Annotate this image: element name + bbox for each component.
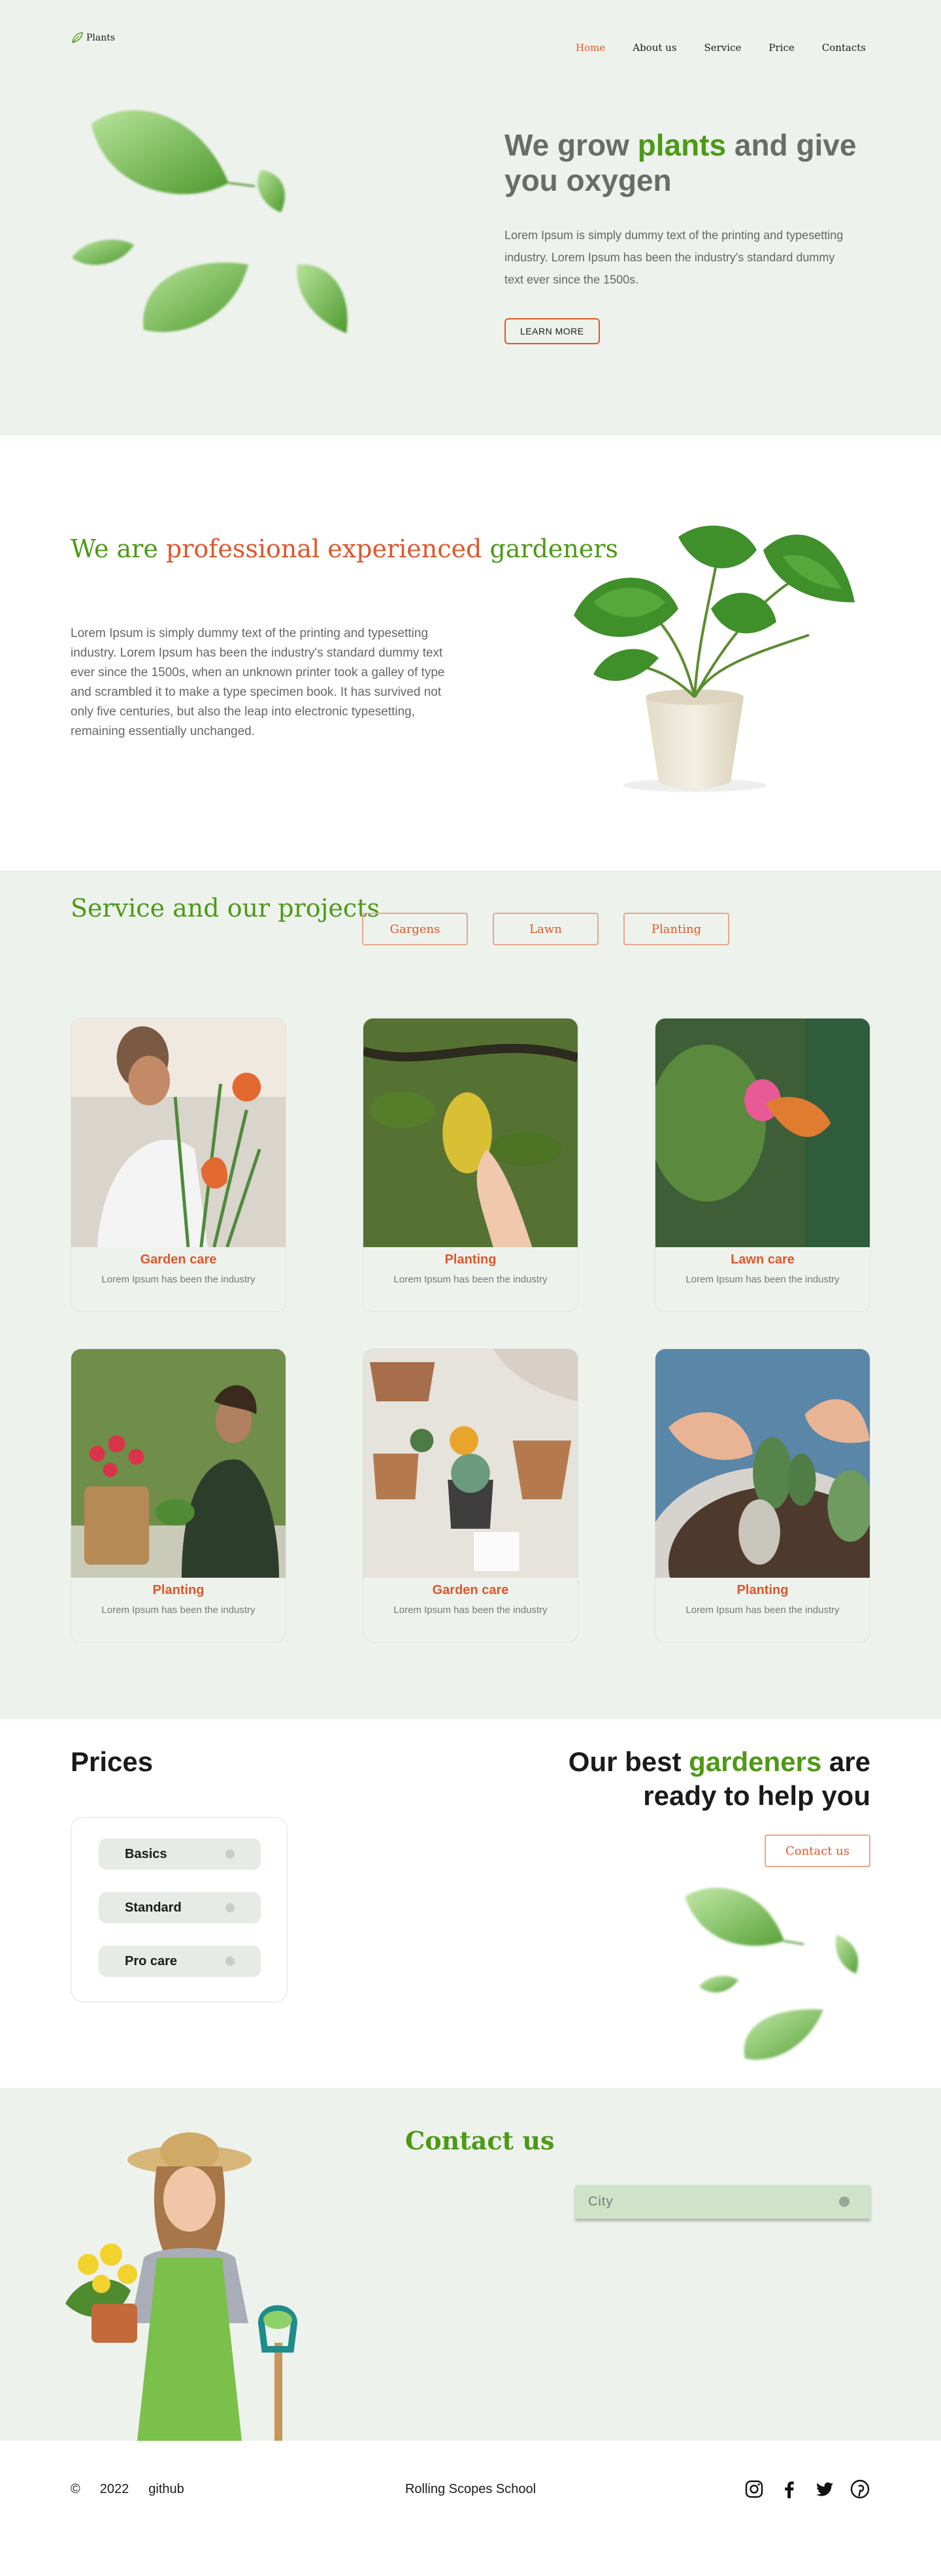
facebook-icon[interactable] xyxy=(779,2479,800,2500)
price-item-standard[interactable]: Standard xyxy=(99,1892,261,1923)
about-section: We are professional experienced gardener… xyxy=(0,436,941,870)
price-item-pro-care[interactable]: Pro care xyxy=(99,1946,261,1977)
service-title: Service and our projects xyxy=(71,894,380,922)
city-select-placeholder: City xyxy=(588,2194,614,2209)
gardener-woman-image xyxy=(65,2132,298,2441)
best-title-part1: Our best xyxy=(568,1746,689,1777)
card-photo-woman-plants xyxy=(71,1019,286,1247)
pinterest-icon[interactable] xyxy=(850,2479,870,2500)
floating-leaves-image xyxy=(685,1887,859,2060)
card-title: Planting xyxy=(736,1583,789,1597)
monstera-plant-image xyxy=(574,525,855,792)
hero-title-part1: We grow xyxy=(504,128,638,162)
learn-more-button[interactable]: LEARN MORE xyxy=(504,318,600,344)
card-photo-spraying-plants xyxy=(655,1019,870,1247)
hero-section: Plants Home About us Service Price Conta… xyxy=(0,0,941,436)
service-card[interactable]: Garden care Lorem Ipsum has been the ind… xyxy=(71,1018,286,1312)
service-section: Service and our projects Gargens Lawn Pl… xyxy=(0,870,941,1719)
service-card[interactable]: Planting Lorem Ipsum has been the indust… xyxy=(71,1348,286,1642)
service-filters: Gargens Lawn Planting xyxy=(362,913,729,945)
best-title-accent: gardeners xyxy=(689,1746,822,1777)
card-photo-succulent-pots xyxy=(363,1349,578,1578)
hero-text: Lorem Ipsum is simply dummy text of the … xyxy=(504,229,844,286)
nav-home[interactable]: Home xyxy=(576,42,605,54)
instagram-icon[interactable] xyxy=(744,2479,765,2500)
card-description: Lorem Ipsum has been the industry xyxy=(101,1605,256,1616)
filter-lawn-button[interactable]: Lawn xyxy=(493,913,599,945)
service-card[interactable]: Garden care Lorem Ipsum has been the ind… xyxy=(363,1348,578,1642)
card-title: Garden care xyxy=(140,1252,217,1267)
city-select[interactable]: City xyxy=(575,2185,870,2219)
about-text: Lorem Ipsum is simply dummy text of the … xyxy=(71,627,445,738)
social-links xyxy=(744,2479,870,2500)
hero-content: We grow plants and give you oxygen Lorem… xyxy=(504,127,870,344)
prices-accordion: Basics Standard Pro care xyxy=(71,1817,288,2002)
price-item-basics[interactable]: Basics xyxy=(99,1838,261,1870)
nav-contacts[interactable]: Contacts xyxy=(822,42,866,54)
card-description: Lorem Ipsum has been the industry xyxy=(685,1605,840,1616)
expand-dot-icon xyxy=(225,1850,235,1859)
price-item-label: Basics xyxy=(125,1846,167,1861)
contact-section: Contact us City xyxy=(0,2088,941,2441)
twitter-icon[interactable] xyxy=(814,2479,835,2500)
hero-title: We grow plants and give you oxygen xyxy=(504,127,870,198)
price-item-label: Standard xyxy=(125,1900,182,1915)
expand-dot-icon xyxy=(225,1957,235,1966)
prices-title: Prices xyxy=(71,1746,154,1777)
card-title: Planting xyxy=(444,1252,497,1267)
card-title: Garden care xyxy=(432,1583,509,1597)
contact-us-button[interactable]: Contact us xyxy=(765,1834,870,1867)
best-gardeners-title: Our best gardeners are ready to help you xyxy=(531,1745,870,1813)
service-card[interactable]: Planting Lorem Ipsum has been the indust… xyxy=(655,1348,870,1642)
nav-service[interactable]: Service xyxy=(704,42,742,54)
logo-text: Plants xyxy=(86,33,116,43)
expand-dot-icon xyxy=(225,1903,235,1912)
dropdown-dot-icon xyxy=(839,2196,850,2207)
card-description: Lorem Ipsum has been the industry xyxy=(101,1274,256,1285)
card-description: Lorem Ipsum has been the industry xyxy=(393,1605,548,1616)
contact-title: Contact us xyxy=(405,2126,555,2155)
card-title: Lawn care xyxy=(731,1252,795,1267)
filter-gardens-button[interactable]: Gargens xyxy=(362,913,468,945)
footer: © 2022 github Rolling Scopes School xyxy=(0,2441,941,2576)
about-title: We are professional experienced gardener… xyxy=(71,532,618,566)
nav-price[interactable]: Price xyxy=(768,42,794,54)
card-photo-woman-flowers xyxy=(71,1349,286,1578)
price-item-label: Pro care xyxy=(125,1953,178,1968)
card-photo-lemon-hand xyxy=(363,1019,578,1247)
filter-planting-button[interactable]: Planting xyxy=(623,913,729,945)
prices-section: Prices Basics Standard Pro care Our best… xyxy=(0,1719,941,2088)
about-title-part2: professional experienced xyxy=(165,534,482,563)
nav-about[interactable]: About us xyxy=(633,42,676,54)
card-photo-cactus-hands xyxy=(655,1349,870,1578)
about-title-part1: We are xyxy=(71,534,166,563)
main-nav: Home About us Service Price Contacts xyxy=(576,42,866,54)
card-title: Planting xyxy=(152,1583,205,1597)
service-card[interactable]: Planting Lorem Ipsum has been the indust… xyxy=(363,1018,578,1312)
hero-title-accent: plants xyxy=(637,128,727,162)
card-description: Lorem Ipsum has been the industry xyxy=(393,1274,548,1285)
logo[interactable]: Plants xyxy=(71,31,115,44)
service-card[interactable]: Lawn care Lorem Ipsum has been the indus… xyxy=(655,1018,870,1312)
floating-leaves-image xyxy=(72,110,348,333)
card-description: Lorem Ipsum has been the industry xyxy=(685,1274,840,1285)
leaf-logo-icon xyxy=(72,32,83,43)
